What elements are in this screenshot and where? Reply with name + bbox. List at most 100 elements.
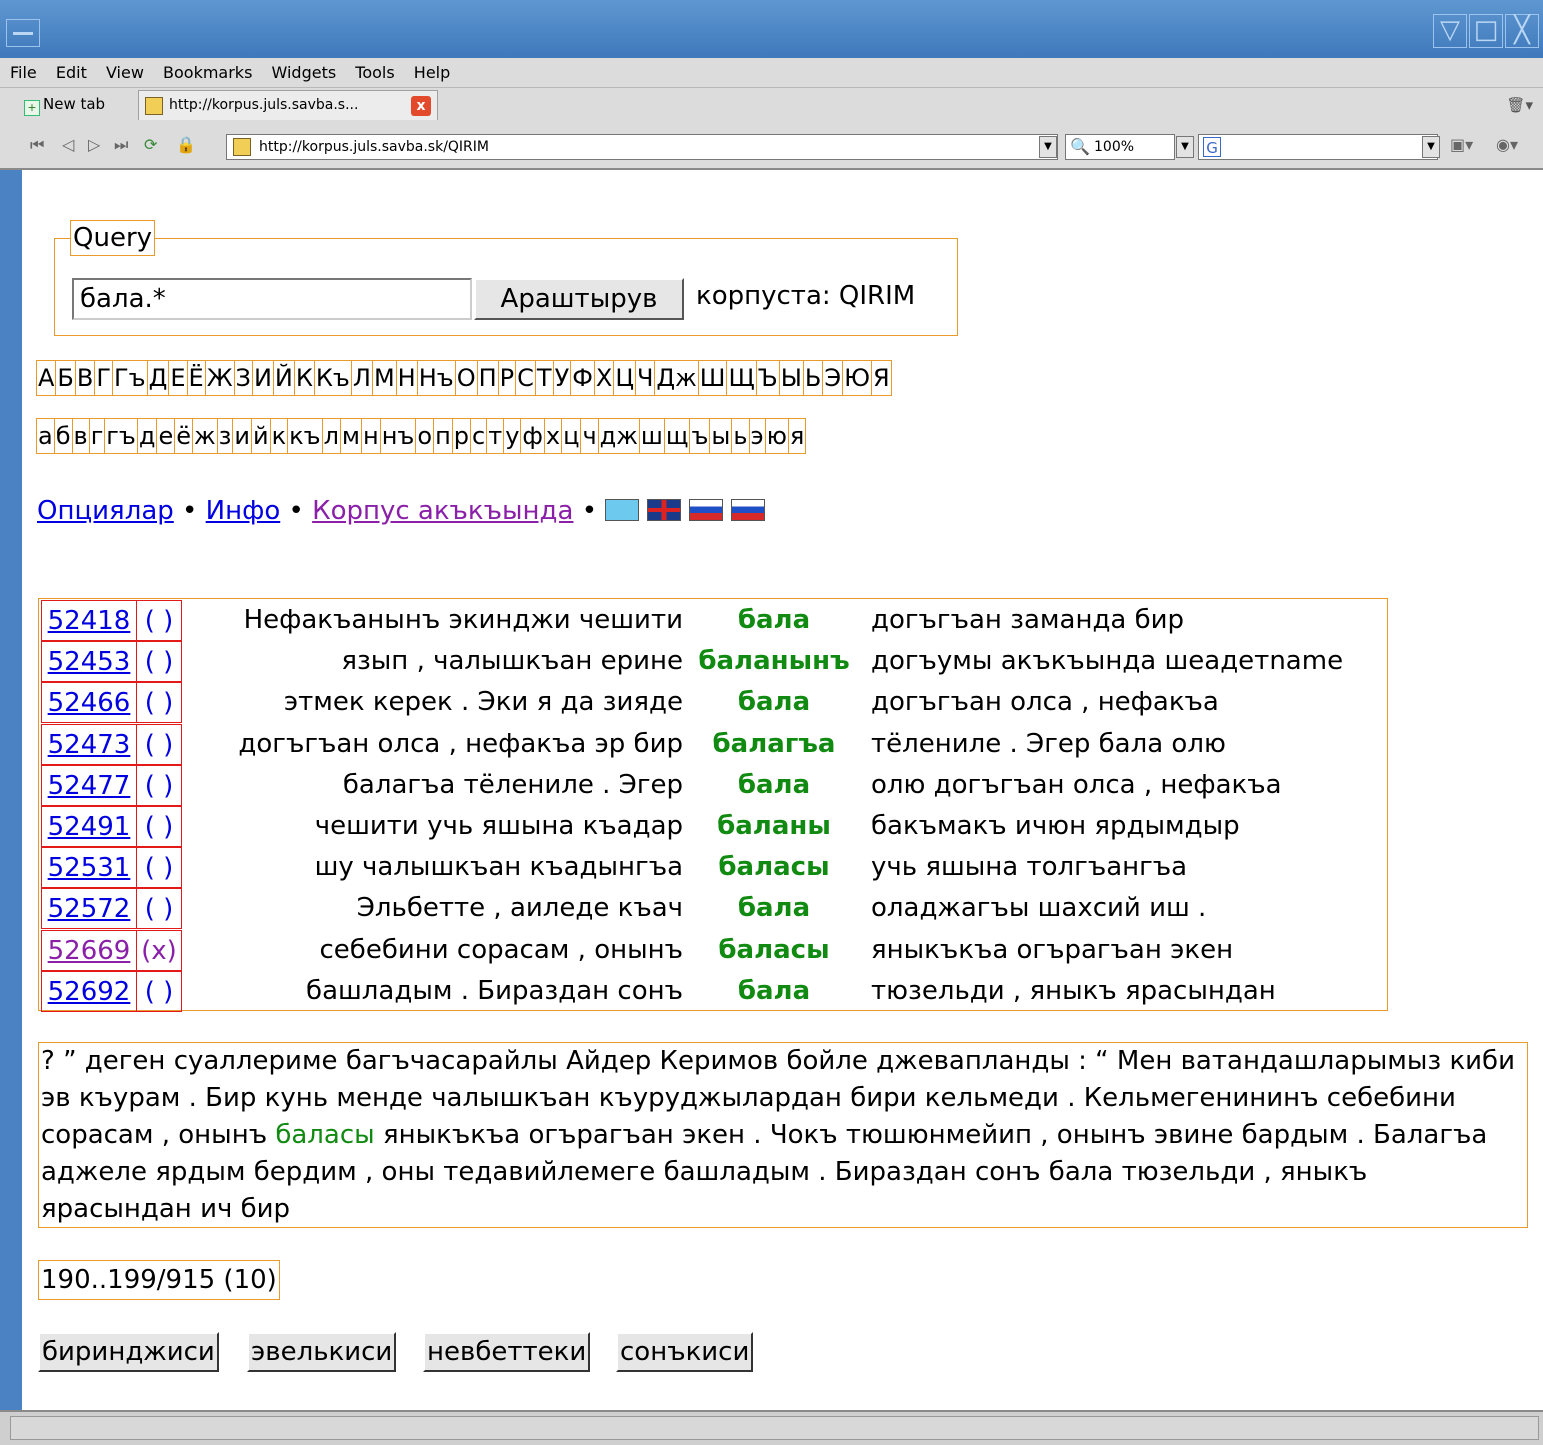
alphabet-lower-letter[interactable]: ы <box>710 419 733 453</box>
alphabet-upper-letter[interactable]: Й <box>274 361 295 395</box>
prev-page-button[interactable]: эвелькиси <box>247 1332 397 1372</box>
alphabet-lower-letter[interactable]: к <box>271 419 289 453</box>
menu-edit[interactable]: Edit <box>56 63 87 82</box>
alphabet-lower-letter[interactable]: ф <box>521 419 545 453</box>
alphabet-upper-letter[interactable]: Ь <box>804 361 824 395</box>
result-mark-toggle[interactable]: ( ) <box>136 641 182 683</box>
alphabet-upper-letter[interactable]: Ы <box>780 361 804 395</box>
alphabet-lower-letter[interactable]: п <box>434 419 453 453</box>
menu-view[interactable]: View <box>106 63 144 82</box>
alphabet-lower-letter[interactable]: з <box>218 419 234 453</box>
alphabet-lower-letter[interactable]: л <box>323 419 341 453</box>
alphabet-lower-letter[interactable]: къ <box>288 419 323 453</box>
alphabet-lower-letter[interactable]: у <box>504 419 522 453</box>
result-mark-toggle[interactable]: ( ) <box>136 682 182 724</box>
result-mark-toggle[interactable]: ( ) <box>136 723 182 765</box>
alphabet-upper-letter[interactable]: Ъ <box>757 361 780 395</box>
alphabet-lower-letter[interactable]: ш <box>640 419 665 453</box>
result-mark-toggle[interactable]: ( ) <box>136 600 182 641</box>
alphabet-lower-letter[interactable]: т <box>487 419 505 453</box>
alphabet-lower-letter[interactable]: н <box>362 419 381 453</box>
alphabet-upper-letter[interactable]: П <box>478 361 499 395</box>
link-about-corpus[interactable]: Корпус акъкъында <box>312 496 573 526</box>
alphabet-upper-letter[interactable]: З <box>235 361 253 395</box>
result-id-link[interactable]: 52418 <box>41 600 137 641</box>
alphabet-lower-letter[interactable]: я <box>789 419 805 453</box>
result-id-link[interactable]: 52669 <box>41 929 137 971</box>
alphabet-upper-letter[interactable]: Г <box>95 361 113 395</box>
result-id-link[interactable]: 52477 <box>41 764 137 806</box>
close-window-icon[interactable]: ╳ <box>1505 14 1539 48</box>
alphabet-upper-letter[interactable]: Д <box>148 361 170 395</box>
query-input[interactable] <box>72 278 472 320</box>
alphabet-lower-letter[interactable]: ц <box>562 419 582 453</box>
alphabet-upper-letter[interactable]: Ё <box>188 361 206 395</box>
alphabet-upper-letter[interactable]: У <box>554 361 572 395</box>
alphabet-lower-letter[interactable]: ю <box>766 419 789 453</box>
result-id-link[interactable]: 52466 <box>41 682 137 724</box>
address-dropdown-icon[interactable]: ▼ <box>1039 136 1057 158</box>
alphabet-upper-letter[interactable]: В <box>76 361 96 395</box>
search-button[interactable]: Араштырув <box>474 278 684 320</box>
alphabet-upper-letter[interactable]: Я <box>872 361 891 395</box>
menu-help[interactable]: Help <box>414 63 450 82</box>
maximize-icon[interactable]: □ <box>1469 14 1503 48</box>
result-id-link[interactable]: 52491 <box>41 806 137 847</box>
panel-icon[interactable]: ▣▾ <box>1450 135 1473 154</box>
alphabet-upper-letter[interactable]: Н <box>397 361 418 395</box>
address-bar[interactable]: http://korpus.juls.savba.sk/QIRIM <box>226 134 1058 160</box>
alphabet-lower-letter[interactable]: гъ <box>105 419 138 453</box>
tab-active[interactable]: http://korpus.juls.savba.s... x <box>138 90 438 120</box>
zoom-control[interactable]: 🔍 100% <box>1065 134 1175 160</box>
zoom-dropdown-icon[interactable]: ▼ <box>1176 136 1194 158</box>
window-menu-button[interactable] <box>6 19 40 47</box>
result-mark-toggle[interactable]: ( ) <box>136 764 182 806</box>
close-tab-icon[interactable]: x <box>411 96 431 116</box>
alphabet-upper-letter[interactable]: А <box>37 361 57 395</box>
alphabet-upper-letter[interactable]: Щ <box>727 361 757 395</box>
result-mark-toggle[interactable]: (x) <box>136 929 182 971</box>
search-dropdown-icon[interactable]: ▼ <box>1422 136 1440 158</box>
alphabet-upper-letter[interactable]: Нъ <box>418 361 456 395</box>
alphabet-lower-letter[interactable]: е <box>157 419 176 453</box>
alphabet-upper-letter[interactable]: М <box>373 361 397 395</box>
result-id-link[interactable]: 52572 <box>41 888 137 930</box>
alphabet-upper-letter[interactable]: Ч <box>636 361 656 395</box>
alphabet-lower-letter[interactable]: г <box>90 419 106 453</box>
alphabet-upper-letter[interactable]: Ю <box>843 361 873 395</box>
result-id-link[interactable]: 52453 <box>41 641 137 683</box>
alphabet-lower-letter[interactable]: ё <box>175 419 193 453</box>
alphabet-upper-letter[interactable]: Р <box>499 361 517 395</box>
alphabet-upper-letter[interactable]: Ж <box>206 361 235 395</box>
alphabet-lower-letter[interactable]: и <box>233 419 252 453</box>
search-box[interactable]: G <box>1198 134 1438 160</box>
alphabet-lower-letter[interactable]: ъ <box>690 419 711 453</box>
alphabet-upper-letter[interactable]: Гъ <box>113 361 148 395</box>
alphabet-upper-letter[interactable]: Къ <box>315 361 352 395</box>
alphabet-upper-letter[interactable]: Ц <box>614 361 636 395</box>
first-page-button[interactable]: биринджиси <box>38 1332 219 1372</box>
alphabet-upper-letter[interactable]: Б <box>56 361 76 395</box>
alphabet-upper-letter[interactable]: Ш <box>699 361 728 395</box>
alphabet-lower-letter[interactable]: в <box>73 419 90 453</box>
uk-flag-icon[interactable] <box>647 499 682 521</box>
alphabet-lower-letter[interactable]: д <box>138 419 158 453</box>
link-options[interactable]: Опциялар <box>37 496 174 526</box>
back-icon[interactable]: ◁ <box>62 135 74 154</box>
alphabet-lower-letter[interactable]: с <box>471 419 488 453</box>
alphabet-lower-letter[interactable]: б <box>55 419 73 453</box>
crimean-flag-icon[interactable] <box>605 499 640 521</box>
alphabet-lower-letter[interactable]: щ <box>665 419 691 453</box>
new-tab-button[interactable]: + New tab <box>24 95 105 116</box>
alphabet-upper-letter[interactable]: Дж <box>655 361 699 395</box>
result-id-link[interactable]: 52692 <box>41 970 137 1012</box>
alphabet-lower-letter[interactable]: о <box>416 419 435 453</box>
alphabet-upper-letter[interactable]: Т <box>536 361 554 395</box>
result-mark-toggle[interactable]: ( ) <box>136 888 182 930</box>
last-page-button[interactable]: сонъкиси <box>616 1332 754 1372</box>
menu-file[interactable]: File <box>10 63 37 82</box>
result-id-link[interactable]: 52473 <box>41 723 137 765</box>
alphabet-upper-letter[interactable]: О <box>456 361 478 395</box>
alphabet-lower-letter[interactable]: э <box>750 419 766 453</box>
menu-tools[interactable]: Tools <box>355 63 394 82</box>
